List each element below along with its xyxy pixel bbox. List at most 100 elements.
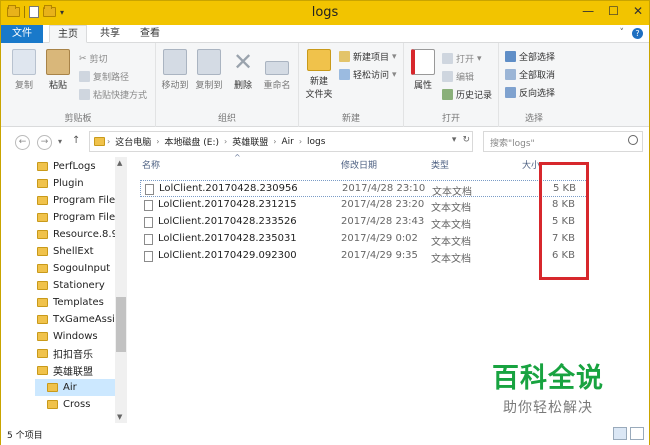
tab-share[interactable]: 共享: [91, 25, 129, 43]
maximize-icon[interactable]: ☐: [608, 4, 619, 18]
properties-label: 属性: [413, 81, 432, 91]
file-row[interactable]: LolClient.20170428.235031 2017/4/29 0:02 文…: [140, 231, 588, 248]
up-arrow-icon[interactable]: ↑: [72, 135, 80, 146]
copy-to-button[interactable]: 复制到: [192, 49, 226, 91]
nav-folder-label: Resource.8.9.: [53, 229, 117, 240]
history-icon: [442, 89, 453, 100]
file-row[interactable]: LolClient.20170428.230956 2017/4/28 23:10…: [140, 180, 588, 198]
nav-folder-item[interactable]: Plugin: [37, 175, 117, 192]
scroll-up-icon[interactable]: ▲: [117, 159, 122, 167]
file-row[interactable]: LolClient.20170428.231215 2017/4/28 23:20…: [140, 197, 588, 214]
nav-folder-label: Cross: [63, 399, 91, 410]
column-header-name[interactable]: 名称: [142, 157, 160, 175]
folder-icon: [37, 264, 48, 273]
delete-button[interactable]: ✕ 删除: [226, 49, 260, 91]
paste-label: 粘贴: [48, 81, 67, 91]
rename-label: 重命名: [263, 81, 291, 91]
nav-folder-item[interactable]: 英雄联盟: [37, 362, 117, 379]
move-to-label: 移动到: [161, 81, 189, 91]
paste-shortcut-button[interactable]: 粘贴快捷方式: [79, 88, 147, 101]
new-group-label: 新建: [341, 114, 360, 124]
nav-scrollbar[interactable]: ▲ ▼: [115, 157, 127, 423]
clipboard-group-label: 剪贴板: [64, 114, 92, 124]
edit-icon: [442, 71, 453, 82]
paste-shortcut-icon: [79, 89, 90, 100]
tab-view[interactable]: 查看: [131, 25, 169, 43]
nav-folder-item[interactable]: Stationery: [37, 277, 117, 294]
nav-folder-item[interactable]: Air: [35, 379, 115, 396]
nav-folder-label: 扣扣音乐: [53, 350, 93, 361]
folder-icon: [37, 332, 48, 341]
nav-folder-item[interactable]: 扣扣音乐: [37, 345, 117, 362]
window-title: logs: [311, 5, 339, 20]
nav-folder-item[interactable]: Program Files: [37, 192, 117, 209]
details-view-icon[interactable]: [613, 427, 627, 440]
nav-scroll-thumb[interactable]: [116, 297, 126, 352]
recent-locations-icon[interactable]: ▾: [58, 137, 62, 146]
new-item-button[interactable]: 新建项目 ▾: [339, 50, 397, 63]
tab-home[interactable]: 主页: [49, 25, 87, 43]
rename-button[interactable]: 重命名: [260, 49, 294, 91]
properties-button[interactable]: 属性: [406, 49, 440, 91]
file-type: 文本文档: [431, 237, 471, 248]
easy-access-button[interactable]: 轻松访问 ▾: [339, 68, 397, 81]
address-row: ← → ▾ ↑ › 这台电脑 › 本地磁盘 (E:) › 英雄联盟 › Air …: [1, 127, 649, 157]
help-icon[interactable]: ?: [632, 28, 643, 39]
address-bar[interactable]: › 这台电脑 › 本地磁盘 (E:) › 英雄联盟 › Air › logs ▾…: [89, 131, 473, 152]
ribbon-tabs: 文件 主页 共享 查看 ˅ ?: [1, 25, 649, 43]
copy-path-button[interactable]: 复制路径: [79, 70, 129, 83]
back-button[interactable]: ←: [15, 135, 30, 150]
breadcrumb-local-disk[interactable]: 本地磁盘 (E:): [161, 135, 222, 148]
cut-button[interactable]: ✂ 剪切: [79, 52, 108, 66]
invert-selection-button[interactable]: 反向选择: [505, 86, 555, 99]
address-dropdown-icon[interactable]: ▾: [452, 135, 457, 145]
forward-button[interactable]: →: [37, 135, 52, 150]
title-bar: ▾ logs — ☐ ✕: [1, 1, 649, 25]
select-none-button[interactable]: 全部取消: [505, 68, 555, 81]
nav-folder-item[interactable]: Templates: [37, 294, 117, 311]
breadcrumb-this-pc[interactable]: 这台电脑: [112, 135, 154, 148]
nav-folder-item[interactable]: Program Files: [37, 209, 117, 226]
paste-button[interactable]: 粘贴: [41, 49, 75, 91]
edit-button[interactable]: 编辑: [442, 70, 474, 83]
column-header-size[interactable]: 大小: [522, 157, 540, 175]
folder-icon: [37, 349, 48, 358]
history-button[interactable]: 历史记录: [442, 88, 492, 101]
refresh-icon[interactable]: ↻: [462, 135, 470, 145]
nav-folder-label: SogouInput: [53, 263, 111, 274]
breadcrumb-air[interactable]: Air: [278, 137, 296, 147]
nav-folder-item[interactable]: PerfLogs: [37, 158, 117, 175]
new-folder-label-line2: 文件夹: [305, 90, 333, 100]
move-to-button[interactable]: 移动到: [158, 49, 192, 91]
nav-folder-label: PerfLogs: [53, 161, 96, 172]
nav-folder-item[interactable]: TxGameAssist: [37, 311, 117, 328]
file-row[interactable]: LolClient.20170429.092300 2017/4/29 9:35 文…: [140, 248, 588, 265]
nav-folder-label: Program Files: [53, 212, 117, 223]
large-icons-view-icon[interactable]: [630, 427, 644, 440]
new-folder-button[interactable]: 新建 文件夹: [301, 49, 337, 100]
nav-folder-item[interactable]: SogouInput: [37, 260, 117, 277]
nav-folder-item[interactable]: Resource.8.9.: [37, 226, 117, 243]
breadcrumb-logs[interactable]: logs: [304, 137, 328, 147]
scroll-down-icon[interactable]: ▼: [117, 413, 122, 421]
breadcrumb-lol[interactable]: 英雄联盟: [229, 135, 271, 148]
chevron-right-icon: ›: [107, 137, 111, 146]
close-icon[interactable]: ✕: [633, 4, 643, 18]
minimize-icon[interactable]: —: [582, 4, 594, 18]
text-file-icon: [144, 200, 153, 211]
nav-folder-item[interactable]: ShellExt: [37, 243, 117, 260]
column-header-type[interactable]: 类型: [431, 157, 449, 175]
file-row[interactable]: LolClient.20170428.233526 2017/4/28 23:43…: [140, 214, 588, 231]
tab-file[interactable]: 文件: [1, 25, 43, 43]
open-button[interactable]: 打开 ▾: [442, 52, 482, 65]
paste-shortcut-label: 粘贴快捷方式: [93, 91, 148, 101]
nav-folder-label: ShellExt: [53, 246, 94, 257]
nav-folder-label: Air: [63, 382, 77, 393]
nav-folder-item[interactable]: Windows: [37, 328, 117, 345]
search-placeholder: 搜索"logs": [490, 139, 535, 149]
expand-ribbon-icon[interactable]: ˅: [620, 28, 625, 39]
copy-button[interactable]: 复制: [7, 49, 41, 91]
search-input[interactable]: 搜索"logs": [483, 131, 643, 152]
column-header-modified[interactable]: 修改日期: [341, 157, 377, 175]
select-all-button[interactable]: 全部选择: [505, 50, 555, 63]
